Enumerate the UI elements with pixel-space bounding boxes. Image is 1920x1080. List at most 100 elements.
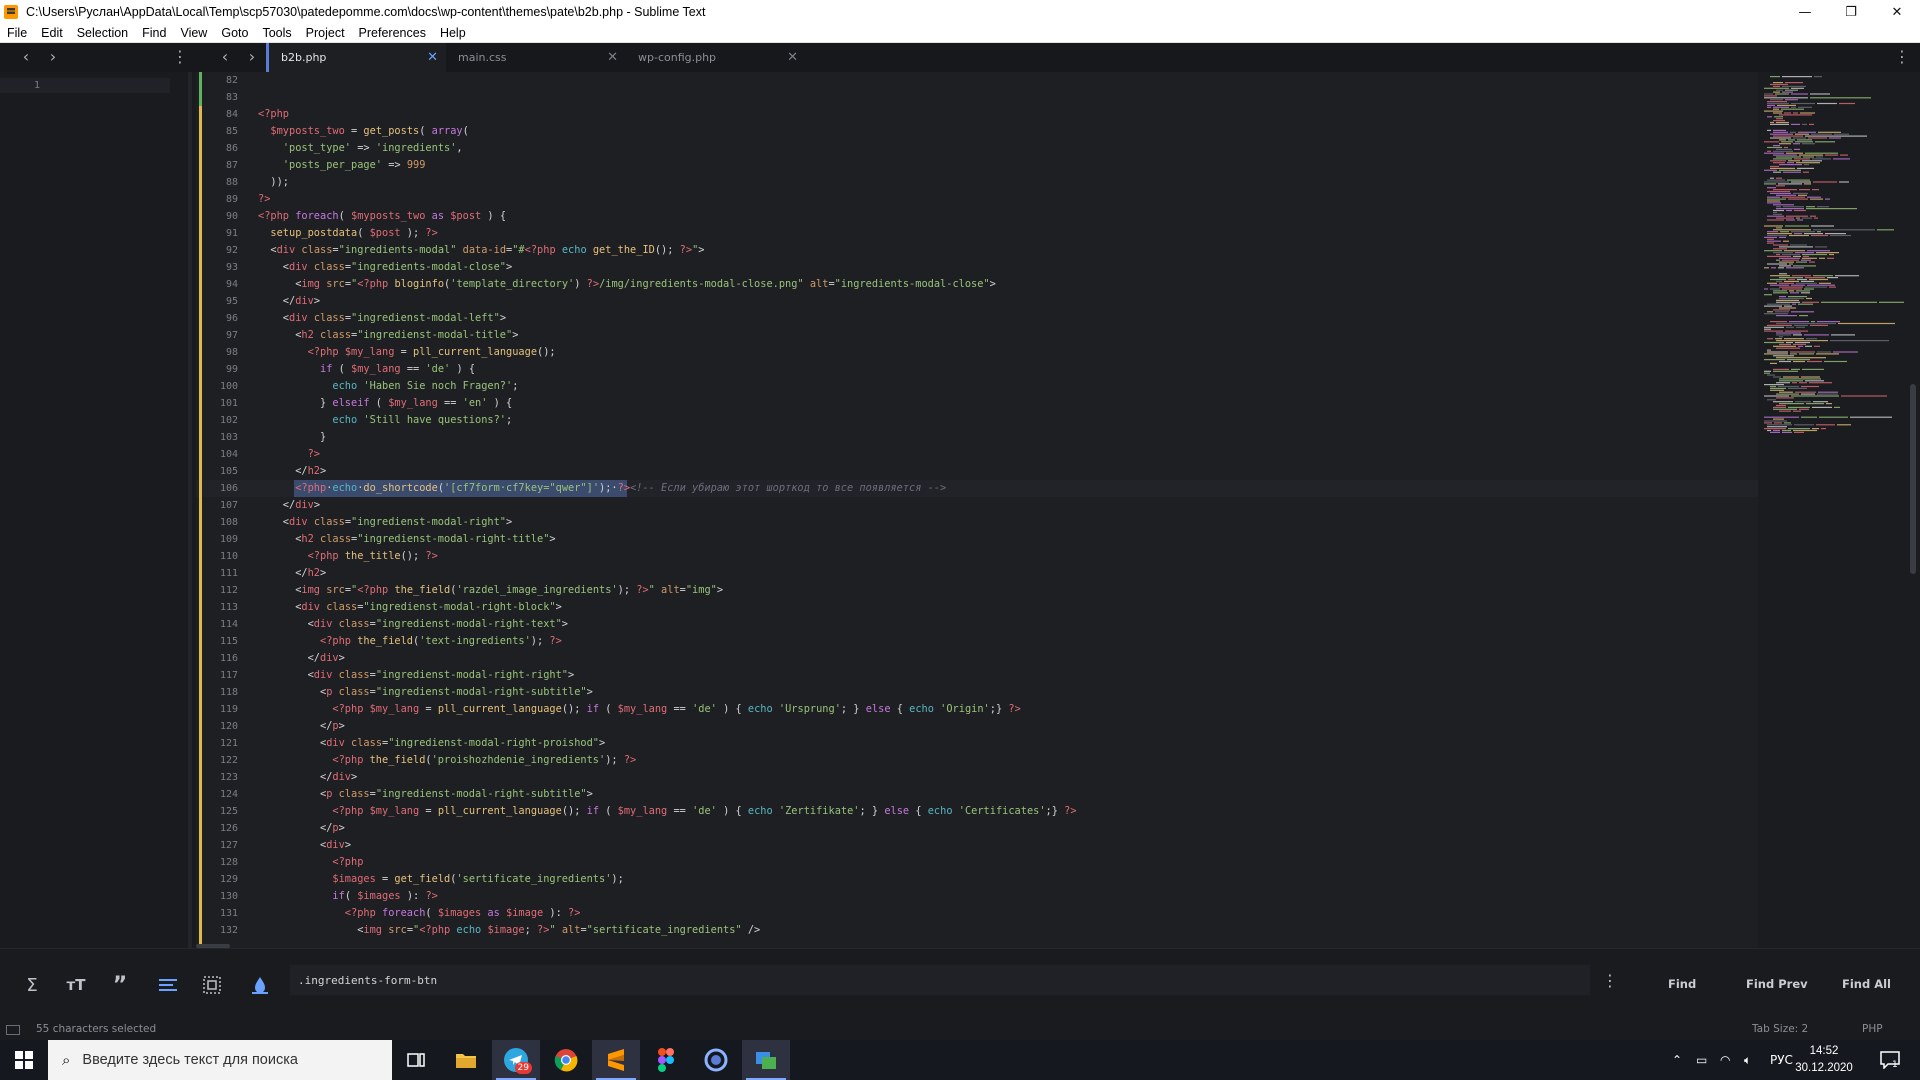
code-line[interactable]: </div>: [258, 650, 345, 667]
start-button[interactable]: [0, 1040, 48, 1080]
left-pane-menu-icon[interactable]: ⋮: [172, 47, 188, 67]
notifications-icon[interactable]: 1: [1880, 1040, 1900, 1080]
code-line[interactable]: <div class="ingredienst-modal-left">: [258, 310, 506, 327]
code-line[interactable]: setup_postdata( $post ); ?>: [258, 225, 437, 242]
code-line[interactable]: <img src="<?php bloginfo('template_direc…: [258, 276, 996, 293]
close-window-button[interactable]: ✕: [1874, 0, 1920, 24]
code-line[interactable]: <?php the_title(); ?>: [258, 548, 438, 565]
taskbar-search[interactable]: ⌕ Введите здесь текст для поиска: [48, 1040, 392, 1080]
menu-tools[interactable]: Tools: [255, 24, 298, 43]
code-line[interactable]: <h2 class="ingredienst-modal-title">: [258, 327, 518, 344]
code-line[interactable]: <?php $my_lang = pll_current_language();: [258, 344, 556, 361]
file-explorer-icon[interactable]: [442, 1040, 490, 1080]
code-line[interactable]: <?php·echo·do_shortcode('[cf7form·cf7key…: [258, 480, 946, 497]
wifi-icon[interactable]: ◠: [1720, 1040, 1730, 1080]
code-line[interactable]: <div class="ingredients-modal" data-id="…: [258, 242, 704, 259]
winscp-icon[interactable]: [742, 1040, 790, 1080]
close-icon[interactable]: ✕: [607, 50, 618, 65]
panel-toggle-icon[interactable]: [6, 1025, 20, 1035]
code-line[interactable]: <div class="ingredienst-modal-right-proi…: [258, 735, 605, 752]
menu-help[interactable]: Help: [433, 24, 473, 43]
code-line[interactable]: 'post_type' => 'ingredients',: [258, 140, 463, 157]
tab-main-css[interactable]: main.css ✕: [446, 43, 626, 72]
code-line[interactable]: <?php: [258, 106, 289, 123]
code-line[interactable]: <div class="ingredienst-modal-right-text…: [258, 616, 568, 633]
syntax-status[interactable]: PHP: [1862, 1023, 1883, 1035]
minimize-button[interactable]: —: [1782, 0, 1828, 24]
code-line[interactable]: </div>: [258, 769, 357, 786]
code-line[interactable]: ?>: [258, 446, 320, 463]
show-hidden-icons[interactable]: ⌃: [1672, 1040, 1682, 1080]
tab-size-status[interactable]: Tab Size: 2: [1752, 1023, 1808, 1035]
menu-find[interactable]: Find: [135, 24, 173, 43]
code-line[interactable]: $images = get_field('sertificate_ingredi…: [258, 871, 623, 888]
code-line[interactable]: <?php the_field('proishozhdenie_ingredie…: [258, 752, 636, 769]
code-line[interactable]: <div class="ingredienst-modal-right-righ…: [258, 667, 575, 684]
telegram-icon[interactable]: 29: [492, 1040, 540, 1080]
code-line[interactable]: <div>: [258, 837, 351, 854]
code-editor[interactable]: 82 83 84 85 86 87 88 89 90 91 92 93 94 95 96 97 98 99 100 1…: [196, 72, 1758, 948]
regex-icon[interactable]: Σ: [18, 971, 46, 999]
menu-project[interactable]: Project: [299, 24, 352, 43]
code-line[interactable]: <?php $my_lang = pll_current_language();…: [258, 701, 1020, 718]
clock[interactable]: 14:52 30.12.2020: [1786, 1043, 1862, 1077]
chrome-icon[interactable]: [542, 1040, 590, 1080]
code-line[interactable]: if ( $my_lang == 'de' ) {: [258, 361, 475, 378]
menu-file[interactable]: File: [0, 24, 34, 43]
task-view-icon[interactable]: [392, 1040, 440, 1080]
code-line[interactable]: </p>: [258, 718, 345, 735]
menu-selection[interactable]: Selection: [70, 24, 135, 43]
close-icon[interactable]: ✕: [787, 50, 798, 65]
code-line[interactable]: </div>: [258, 293, 320, 310]
code-line[interactable]: }: [258, 429, 326, 446]
maximize-button[interactable]: ❐: [1828, 0, 1874, 24]
wrap-icon[interactable]: [154, 971, 182, 999]
app-ring-icon[interactable]: [692, 1040, 740, 1080]
sublime-text-icon[interactable]: [592, 1040, 640, 1080]
tab-wp-config-php[interactable]: wp-config.php ✕: [626, 43, 806, 72]
left-editor-pane[interactable]: 1: [0, 72, 196, 948]
code-line[interactable]: 'posts_per_page' => 999: [258, 157, 426, 174]
find-input[interactable]: [290, 965, 1590, 995]
find-prev-button[interactable]: Find Prev: [1746, 977, 1808, 991]
menu-goto[interactable]: Goto: [214, 24, 255, 43]
code-line[interactable]: <div class="ingredienst-modal-right-bloc…: [258, 599, 562, 616]
whole-word-icon[interactable]: ”: [106, 971, 134, 999]
forward-icon[interactable]: ›: [243, 48, 261, 66]
code-line[interactable]: ?>: [258, 191, 270, 208]
case-sensitive-icon[interactable]: ᴛT: [62, 971, 90, 999]
code-line[interactable]: <div class="ingredients-modal-close">: [258, 259, 512, 276]
left-pane-back-icon[interactable]: ‹: [17, 48, 35, 66]
left-pane-forward-icon[interactable]: ›: [44, 48, 62, 66]
code-line[interactable]: <?php foreach( $myposts_two as $post ) {: [258, 208, 506, 225]
code-line[interactable]: <?php $my_lang = pll_current_language();…: [258, 803, 1076, 820]
code-line[interactable]: <div class="ingredienst-modal-right">: [258, 514, 512, 531]
volume-icon[interactable]: 🔈︎: [1744, 1040, 1751, 1080]
code-line[interactable]: <p class="ingredienst-modal-right-subtit…: [258, 684, 593, 701]
code-line[interactable]: ));: [258, 174, 289, 191]
menu-view[interactable]: View: [173, 24, 214, 43]
code-line[interactable]: <?php foreach( $images as $image ): ?>: [258, 905, 581, 922]
code-line[interactable]: <p class="ingredienst-modal-right-subtit…: [258, 786, 593, 803]
close-icon[interactable]: ✕: [427, 50, 438, 65]
highlight-matches-icon[interactable]: [246, 971, 274, 999]
find-button[interactable]: Find: [1668, 977, 1696, 991]
code-line[interactable]: </p>: [258, 820, 345, 837]
code-line[interactable]: <?php: [258, 854, 363, 871]
pane-splitter[interactable]: [188, 72, 192, 948]
code-line[interactable]: if( $images ): ?>: [258, 888, 437, 905]
find-all-button[interactable]: Find All: [1842, 977, 1891, 991]
menu-edit[interactable]: Edit: [34, 24, 70, 43]
battery-icon[interactable]: ▭: [1696, 1040, 1707, 1080]
code-line[interactable]: </h2>: [258, 463, 326, 480]
figma-icon[interactable]: [642, 1040, 690, 1080]
find-options-icon[interactable]: ⋮: [1602, 971, 1618, 990]
minimap[interactable]: [1758, 72, 1920, 948]
vertical-scrollbar[interactable]: [1910, 384, 1916, 574]
tab-b2b-php[interactable]: b2b.php ✕: [266, 43, 446, 72]
code-line[interactable]: $myposts_two = get_posts( array(: [258, 123, 468, 140]
code-line[interactable]: <h2 class="ingredienst-modal-right-title…: [258, 531, 555, 548]
code-line[interactable]: </div>: [258, 497, 320, 514]
code-line[interactable]: <img src="<?php the_field('razdel_image_…: [258, 582, 723, 599]
menu-preferences[interactable]: Preferences: [352, 24, 433, 43]
